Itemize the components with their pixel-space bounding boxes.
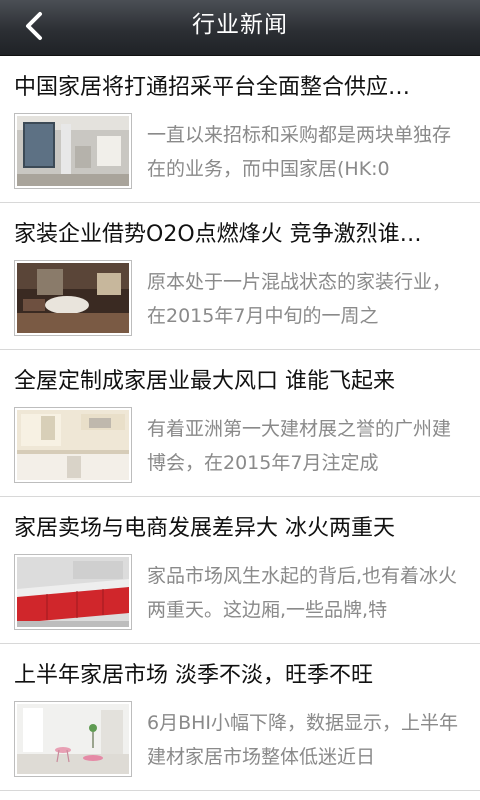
news-title: 家居卖场与电商发展差异大 冰火两重天: [14, 516, 395, 541]
news-title: 家装企业借势O2O点燃烽火 竞争激烈谁…: [14, 222, 422, 247]
news-summary: 一直以来招标和采购都是两块单独存在的业务，而中国家居(HK:0: [147, 124, 452, 180]
news-title: 中国家居将打通招采平台全面整合供应…: [14, 75, 411, 100]
news-summary: 原本处于一片混战状态的家装行业，在2015年7月中旬的一周之: [147, 271, 452, 327]
top-bar: 行业新闻: [0, 0, 480, 56]
news-title: 上半年家居市场 淡季不淡，旺季不旺: [14, 663, 373, 688]
news-title: 全屋定制成家居业最大风口 谁能飞起来: [14, 369, 395, 394]
news-thumbnail: [14, 260, 132, 336]
news-list: 中国家居将打通招采平台全面整合供应… 一直以来招标和采购都是两块单独存在的业务，…: [0, 56, 480, 791]
news-thumbnail: [14, 701, 132, 777]
news-thumbnail: [14, 407, 132, 483]
news-item[interactable]: 全屋定制成家居业最大风口 谁能飞起来 有着亚洲第一大建材展之誉的广州建博会，在2…: [0, 350, 480, 497]
news-item[interactable]: 家装企业借势O2O点燃烽火 竞争激烈谁… 原本处于一片混战状态的家装行业，在20…: [0, 203, 480, 350]
news-summary: 家品市场风生水起的背后,也有着冰火两重天。这边厢,一些品牌,特: [147, 565, 458, 621]
news-item[interactable]: 上半年家居市场 淡季不淡，旺季不旺 6月BHI小幅下降，数据显示，上半年建材家居…: [0, 644, 480, 791]
news-thumbnail: [14, 113, 132, 189]
news-thumbnail: [14, 554, 132, 630]
news-summary: 6月BHI小幅下降，数据显示，上半年建材家居市场整体低迷近日: [147, 712, 459, 768]
page-title: 行业新闻: [192, 12, 288, 38]
news-item[interactable]: 家居卖场与电商发展差异大 冰火两重天 家品市场风生水起的背后,也有着冰火两重天。…: [0, 497, 480, 644]
news-item[interactable]: 中国家居将打通招采平台全面整合供应… 一直以来招标和采购都是两块单独存在的业务，…: [0, 56, 480, 203]
news-summary: 有着亚洲第一大建材展之誉的广州建博会，在2015年7月注定成: [147, 418, 452, 474]
